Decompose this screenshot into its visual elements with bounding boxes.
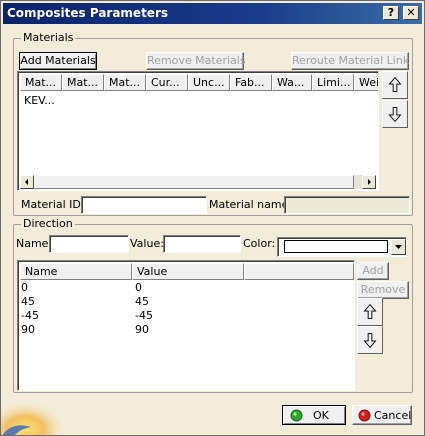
material-id-field[interactable] [81, 196, 207, 214]
direction-move-down-button[interactable] [357, 326, 383, 354]
add-materials-button[interactable]: Add Materials [19, 52, 97, 70]
column-header[interactable]: Mat... [20, 74, 62, 91]
column-header[interactable]: Wa... [272, 74, 312, 91]
direction-value-field[interactable] [163, 235, 241, 253]
direction-move-up-button[interactable] [357, 298, 383, 326]
green-circle-icon [290, 409, 303, 422]
direction-row-value: 0 [135, 281, 142, 294]
material-move-up-button[interactable] [382, 71, 408, 99]
direction-row-name: 0 [21, 281, 28, 294]
column-header[interactable]: Fab... [230, 74, 272, 91]
corner-decoration-icon [1, 397, 61, 435]
scroll-right-button[interactable] [362, 175, 376, 189]
red-circle-icon [358, 409, 371, 422]
direction-name-field[interactable] [49, 235, 129, 253]
materials-group-label: Materials [21, 31, 76, 44]
ok-label: OK [313, 409, 329, 422]
title-bar[interactable]: Composites Parameters ? ✕ [3, 3, 422, 24]
arrow-right-icon [368, 179, 371, 185]
direction-remove-button[interactable]: Remove [357, 281, 409, 299]
cancel-label: Cancel [374, 409, 412, 422]
ok-button[interactable]: OK [282, 405, 346, 425]
column-header[interactable]: Mat... [62, 74, 104, 91]
direction-color-dropdown[interactable] [277, 237, 407, 257]
column-header[interactable]: Cur... [146, 74, 188, 91]
up-arrow-icon [363, 303, 377, 319]
color-swatch [284, 240, 388, 253]
material-name-label: Material name : [209, 198, 296, 211]
material-id-label: Material ID: [21, 198, 85, 211]
direction-add-button[interactable]: Add [357, 262, 389, 280]
column-header-name[interactable]: Name [20, 263, 132, 280]
column-header[interactable]: Weig [354, 74, 378, 91]
direction-name-label: Name: [16, 237, 53, 250]
arrow-left-icon [25, 179, 28, 185]
up-arrow-icon [388, 76, 402, 92]
direction-row-value: 90 [135, 323, 149, 336]
help-button[interactable]: ? [383, 6, 399, 20]
column-header[interactable]: Limi... [312, 74, 354, 91]
direction-table[interactable]: Name Value 0 0 45 45 -45 -45 90 90 [17, 260, 355, 391]
direction-row-value: -45 [135, 309, 153, 322]
scroll-thumb[interactable] [34, 175, 354, 189]
down-arrow-icon [363, 333, 377, 349]
remove-materials-button[interactable]: Remove Materials [146, 52, 246, 70]
column-header-empty[interactable] [244, 263, 354, 280]
direction-color-label: Color: [243, 237, 276, 250]
column-header-value[interactable]: Value [132, 263, 244, 280]
table-row[interactable]: KEV... [24, 94, 55, 107]
reroute-material-link-button[interactable]: Reroute Material Link [291, 52, 409, 70]
direction-row-name: 45 [21, 295, 35, 308]
direction-row-name: 90 [21, 323, 35, 336]
direction-row-value: 45 [135, 295, 149, 308]
direction-group-label: Direction [21, 217, 75, 230]
column-header[interactable]: Unc... [188, 74, 230, 91]
cancel-button[interactable]: Cancel [352, 405, 412, 425]
direction-value-label: Value: [130, 237, 164, 250]
chevron-down-icon [395, 245, 402, 249]
horizontal-scrollbar[interactable] [20, 175, 376, 189]
material-name-field [284, 196, 410, 214]
direction-row-name: -45 [21, 309, 39, 322]
dropdown-button[interactable] [391, 239, 406, 255]
close-button[interactable]: ✕ [403, 6, 419, 20]
composites-parameters-dialog: Composites Parameters ? ✕ Materials Add … [0, 0, 425, 436]
scroll-left-button[interactable] [20, 175, 34, 189]
dialog-title: Composites Parameters [7, 6, 169, 20]
down-arrow-icon [388, 107, 402, 123]
materials-table[interactable]: Mat... Mat... Mat... Cur... Unc... Fab..… [17, 71, 379, 191]
material-move-down-button[interactable] [382, 100, 408, 128]
column-header[interactable]: Mat... [104, 74, 146, 91]
